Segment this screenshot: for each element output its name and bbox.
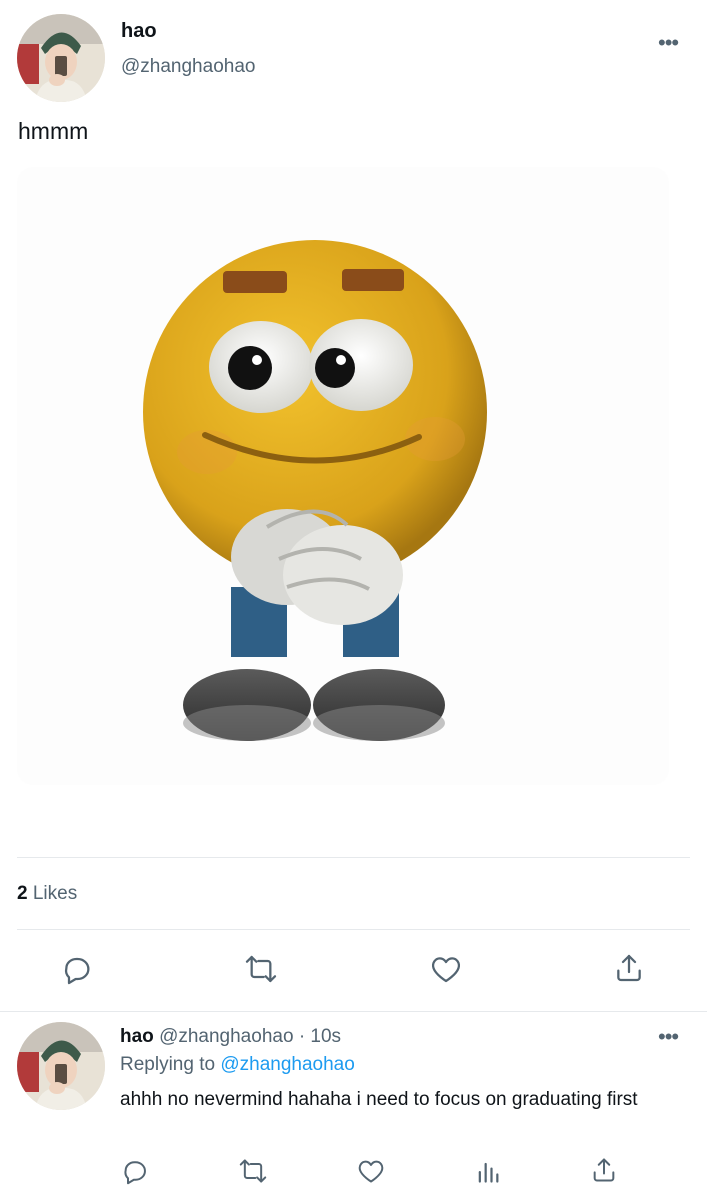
author-avatar[interactable] [17,14,105,102]
reply-icon[interactable] [61,953,93,990]
divider-top [17,857,690,858]
share-icon[interactable] [613,951,645,990]
likes-count[interactable]: 2 Likes [17,883,77,905]
heart-icon[interactable] [429,953,463,990]
tweet-text: hmmm [18,118,89,144]
reply-separator: · [298,1026,306,1047]
likes-number: 2 [17,883,28,904]
author-name[interactable]: hao [121,20,157,43]
author-handle[interactable]: @zhanghaohao [121,56,255,78]
replying-to-handle-link[interactable]: @zhanghaohao [220,1054,354,1075]
reply-author-avatar[interactable] [17,1022,105,1110]
section-divider [0,1011,707,1012]
reply-author-handle[interactable]: @zhanghaohao [159,1026,293,1047]
reply-reply-icon[interactable] [121,1157,149,1190]
tweet-media-image[interactable] [17,167,669,785]
replying-to-label: Replying to [120,1054,216,1075]
retweet-icon[interactable] [243,953,279,990]
analytics-icon[interactable] [474,1157,502,1190]
reply-text: ahhh no nevermind hahaha i need to focus… [120,1089,638,1110]
divider-bottom [17,929,690,930]
reply-share-icon[interactable] [590,1155,618,1190]
likes-label: Likes [32,883,78,904]
replying-to: Replying to @zhanghaohao [120,1054,355,1076]
reply-heart-icon[interactable] [356,1157,386,1190]
reply-author-name[interactable]: hao [120,1026,154,1047]
reply-more-options-icon[interactable]: ••• [658,1026,679,1048]
reply-retweet-icon[interactable] [237,1157,269,1190]
reply-time[interactable]: 10s [310,1026,341,1047]
reply-header: hao @zhanghaohao · 10s [120,1026,341,1048]
more-options-icon[interactable]: ••• [658,32,679,54]
